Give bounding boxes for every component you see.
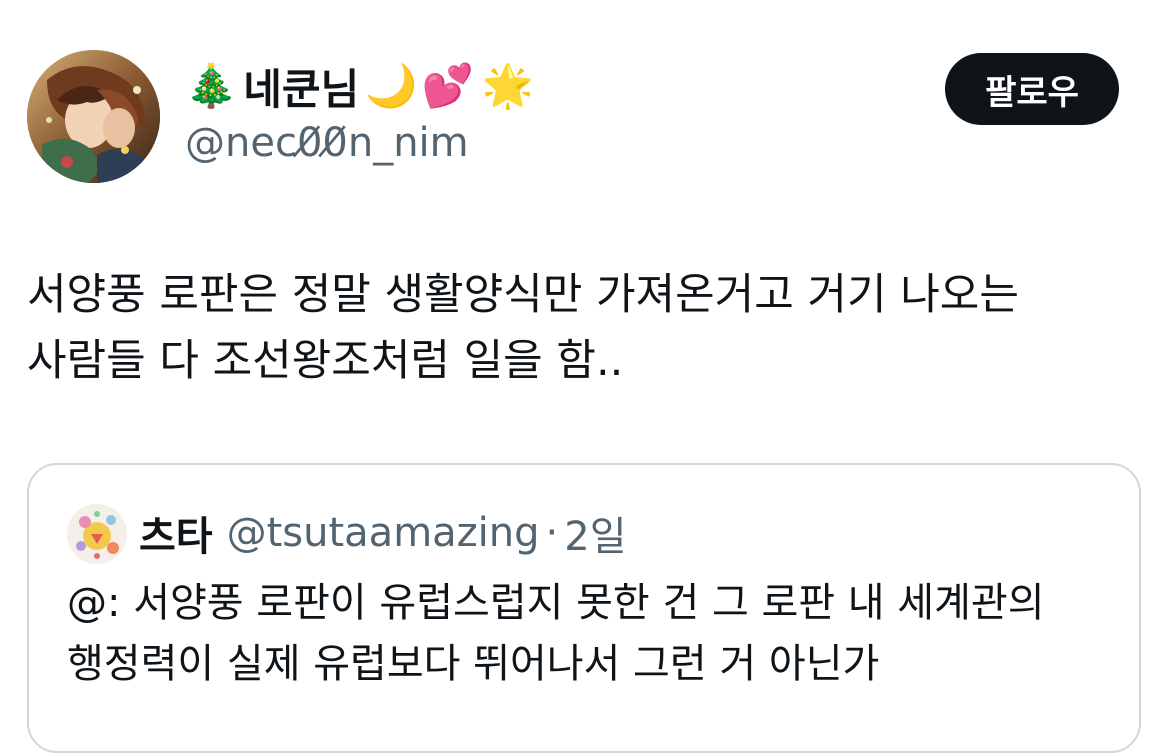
author-avatar[interactable] [27, 50, 160, 183]
quoted-tweet-card[interactable]: 츠타 @tsutaamazing · 2일 @: 서양풍 로판이 유럽스럽지 못… [27, 463, 1141, 753]
quote-author-avatar [67, 504, 127, 564]
quote-line: 행정력이 실제 유럽보다 뛰어나서 그런 거 아닌가 [67, 641, 880, 687]
two-hearts-icon: 💕 [421, 61, 474, 110]
crescent-moon-icon: 🌙 [365, 61, 418, 110]
avatar-illustration [27, 50, 160, 183]
quote-separator: · [545, 510, 559, 556]
follow-button[interactable]: 팔로우 [945, 53, 1119, 125]
author-handle[interactable]: @nec0̸0̸n_nim [185, 120, 469, 166]
author-display-name[interactable]: 🎄 네쿤님 🌙 💕 🌟 [185, 54, 534, 118]
quote-text: @: 서양풍 로판이 유럽스럽지 못한 건 그 로판 내 세계관의 행정력이 실… [67, 573, 1127, 695]
quote-author-handle[interactable]: @tsutaamazing [227, 510, 540, 556]
quote-timestamp[interactable]: 2일 [564, 504, 626, 562]
tweet-text: 서양풍 로판은 정말 생활양식만 가져온거고 거기 나오는 사람들 다 조선왕조… [27, 262, 1147, 394]
author-name-text: 네쿤님 [243, 64, 360, 114]
quote-line: @: 서양풍 로판이 유럽스럽지 못한 건 그 로판 내 세계관의 [67, 580, 1045, 626]
glowing-star-icon: 🌟 [481, 61, 535, 110]
tweet-line: 서양풍 로판은 정말 생활양식만 가져온거고 거기 나오는 [27, 270, 1019, 320]
quote-header: 츠타 @tsutaamazing · 2일 [139, 503, 627, 563]
quote-author-name[interactable]: 츠타 [139, 504, 213, 562]
tweet-line: 사람들 다 조선왕조처럼 일을 함.. [27, 336, 624, 386]
christmas-tree-icon: 🎄 [185, 61, 238, 110]
quote-avatar-illustration [67, 504, 127, 564]
